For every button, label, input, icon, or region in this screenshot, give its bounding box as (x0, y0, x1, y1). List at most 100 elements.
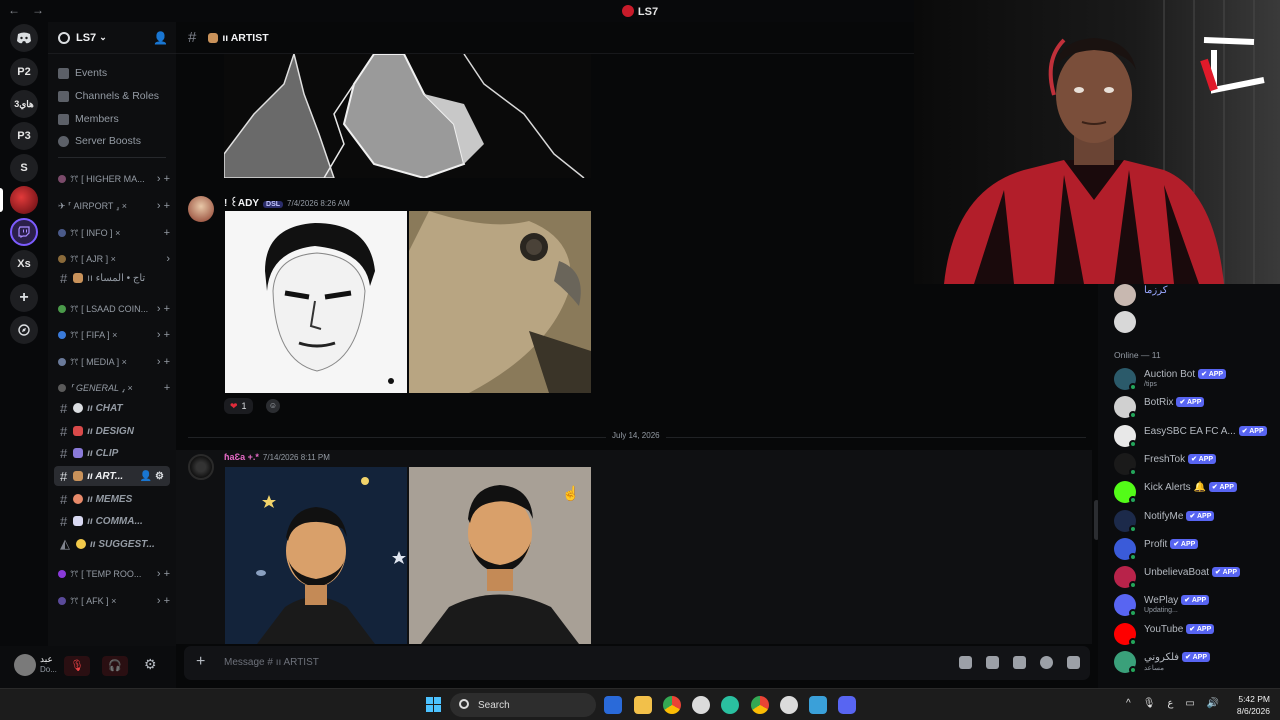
menu-channels-roles[interactable]: Channels & Roles (58, 87, 159, 105)
category-fifa[interactable]: ꔫ [ FIFA ] × › + (58, 326, 170, 344)
channel-memes[interactable]: # ıı MEMES (54, 489, 170, 509)
store-icon[interactable] (604, 696, 622, 714)
network-icon[interactable]: ▭ (1185, 698, 1194, 709)
discover-icon[interactable] (10, 316, 38, 344)
server-s[interactable]: S (10, 154, 38, 182)
category-afk[interactable]: ꔫ [ AFK ] × › + (58, 592, 170, 610)
server-hi3[interactable]: هاي3 (10, 90, 38, 118)
add-server-icon[interactable]: + (10, 284, 38, 312)
user-avatar[interactable] (14, 654, 36, 676)
add-channel-icon[interactable]: › + (157, 329, 170, 341)
category-airport[interactable]: ✈ ⸢ AIRPORT ⸥ × › + (58, 197, 170, 215)
app-icon-2[interactable] (809, 696, 827, 714)
channel-artist[interactable]: # ıı ART... 👤 ⚙ (54, 466, 170, 486)
apps-icon[interactable] (1067, 656, 1080, 669)
app-icon[interactable] (692, 696, 710, 714)
attach-plus-icon[interactable]: + (196, 653, 205, 671)
channel-clip[interactable]: # ıı CLIP (54, 443, 170, 463)
invite-people-icon[interactable]: 👤 (153, 31, 168, 45)
chevron-right-icon[interactable]: › (166, 253, 170, 265)
member-item[interactable]: NotifyMe ✔ APP (1114, 508, 1280, 534)
member-avatar (1114, 509, 1137, 533)
channel-suggestions[interactable]: ◭ ıı SUGGEST... (54, 534, 170, 554)
gift-icon[interactable] (959, 656, 972, 669)
menu-members[interactable]: Members (58, 110, 119, 128)
message-input[interactable]: Message # ıı ARTIST (224, 657, 319, 668)
member-item[interactable]: YouTube ✔ APP (1114, 621, 1280, 647)
sticker-icon[interactable] (1013, 656, 1026, 669)
add-channel-icon[interactable]: › + (157, 356, 170, 368)
server-header[interactable]: LS7 ⌄ 👤 (48, 22, 176, 54)
file-explorer-icon[interactable] (634, 696, 652, 714)
mic-icon[interactable]: 🎙 (1143, 698, 1156, 709)
member-item[interactable]: Kick Alerts 🔔 ✔ APP (1114, 479, 1280, 505)
server-xs[interactable]: Xs (10, 250, 38, 278)
channel-title: ıı ARTIST (222, 31, 269, 44)
add-channel-icon[interactable]: › + (157, 303, 170, 315)
add-channel-icon[interactable]: + (164, 227, 170, 239)
discord-home-icon[interactable] (10, 24, 38, 52)
gif-icon[interactable] (986, 656, 999, 669)
member-item[interactable]: FreshTok ✔ APP (1114, 451, 1280, 477)
tray-chevron-icon[interactable]: ^ (1126, 698, 1131, 709)
add-channel-icon[interactable]: › + (157, 595, 170, 607)
channel-evening[interactable]: # ıı تاج • المساء (54, 268, 170, 288)
chrome-icon[interactable] (663, 696, 681, 714)
attachment-image-portrait-stars[interactable] (225, 467, 407, 644)
category-ajr[interactable]: ꔫ [ AJR ] × › (58, 250, 170, 268)
add-channel-icon[interactable]: › + (157, 173, 170, 185)
online-status-icon (1129, 552, 1137, 561)
add-channel-icon[interactable]: + (164, 382, 170, 394)
discord-taskbar-icon[interactable] (838, 696, 856, 714)
server-p3[interactable]: P3 (10, 122, 38, 150)
taskbar-clock[interactable]: 5:42 PM 8/6/2026 (1237, 693, 1270, 717)
channel-commands[interactable]: # ıı COMMA... (54, 511, 170, 531)
category-media[interactable]: ꔫ [ MEDIA ] × › + (58, 353, 170, 371)
member-item[interactable]: EasySBC EA FC A... ✔ APP (1114, 423, 1280, 449)
attachment-image-sketch[interactable] (224, 54, 591, 178)
member-item[interactable]: Profit ✔ APP (1114, 536, 1280, 562)
member-item[interactable]: Auction Bot ✔ APP/tips (1114, 366, 1280, 392)
message-avatar[interactable] (188, 454, 214, 480)
member-item[interactable]: كرزما (1114, 282, 1280, 308)
attachment-image-eagle[interactable] (409, 211, 591, 393)
windows-start-icon[interactable] (426, 697, 441, 712)
message-author[interactable]: ! ꒰ADY DSL 7/4/2026 8:26 AM (224, 196, 350, 209)
volume-icon[interactable]: 🔊 (1207, 698, 1219, 709)
menu-server-boosts[interactable]: Server Boosts (58, 132, 141, 150)
message-author[interactable]: ɦaƐa +.* 7/14/2026 8:11 PM (224, 452, 330, 462)
channel-design[interactable]: # ıı DESIGN (54, 421, 170, 441)
mic-muted-icon[interactable]: 🎙 (64, 656, 90, 676)
server-ls7[interactable] (10, 186, 38, 214)
member-item[interactable] (1114, 309, 1280, 335)
taskbar-search[interactable]: Search (450, 693, 596, 717)
emoji-icon[interactable] (1040, 656, 1053, 669)
add-reaction-icon[interactable]: ☺ (266, 399, 280, 413)
channel-chat[interactable]: # ıı CHAT (54, 398, 170, 418)
category-lsaad-coin[interactable]: ꔫ [ LSAAD COIN... › + (58, 300, 170, 318)
member-item[interactable]: UnbelievaBoat ✔ APP (1114, 564, 1280, 590)
obs-icon[interactable] (780, 696, 798, 714)
server-p2[interactable]: P2 (10, 58, 38, 86)
deafen-icon[interactable]: 🎧 (102, 656, 128, 676)
input-language[interactable]: ع (1167, 698, 1173, 709)
chrome-profile-icon[interactable] (751, 696, 769, 714)
add-channel-icon[interactable]: › + (157, 200, 170, 212)
reaction-heart[interactable]: ❤ 1 (224, 398, 253, 414)
member-item[interactable]: WePlay ✔ APP Updating... (1114, 592, 1280, 618)
edge-icon[interactable] (721, 696, 739, 714)
message-avatar[interactable] (188, 196, 214, 222)
server-twitch-icon[interactable] (10, 218, 38, 246)
category-info[interactable]: ꔫ [ INFO ] × + (58, 224, 170, 242)
category-higher-ma[interactable]: ꔫ [ HIGHER MA... › + (58, 170, 170, 188)
channel-settings-icon[interactable]: 👤 ⚙ (140, 471, 164, 482)
menu-events[interactable]: Events (58, 64, 107, 82)
member-item[interactable]: فلكروني ✔ APP مساعد (1114, 649, 1280, 675)
message-composer[interactable]: + Message # ıı ARTIST (184, 646, 1090, 680)
add-channel-icon[interactable]: › + (157, 568, 170, 580)
member-item[interactable]: BotRix ✔ APP (1114, 394, 1280, 420)
attachment-image-portrait-sketch[interactable] (225, 211, 407, 393)
category-general[interactable]: ⸢ GENERAL ⸥ × + (58, 379, 170, 397)
category-temp-room[interactable]: ꔫ [ TEMP ROO... › + (58, 565, 170, 583)
user-settings-gear-icon[interactable]: ⚙ (144, 656, 157, 673)
